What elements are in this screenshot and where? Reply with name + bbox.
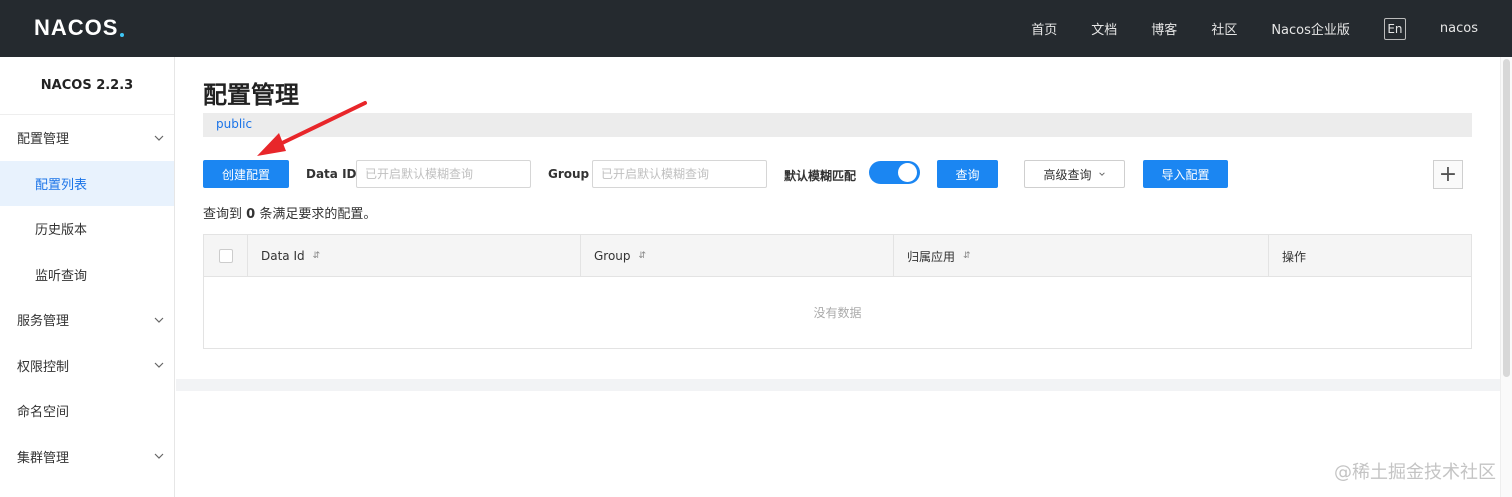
data-id-field[interactable]: [356, 160, 531, 188]
sort-icon[interactable]: ⇵: [313, 251, 321, 261]
import-config-button[interactable]: 导入配置: [1143, 160, 1228, 188]
logo-text: NACOS: [34, 15, 119, 40]
query-button[interactable]: 查询: [937, 160, 998, 188]
sidebar: NACOS 2.2.3 配置管理 配置列表 历史版本 监听查询 服务管理 权限控…: [0, 57, 175, 497]
scrollbar-thumb[interactable]: [1503, 59, 1510, 377]
sidebar-item-label: 监听查询: [35, 268, 88, 284]
column-app[interactable]: 归属应用 ⇵: [894, 235, 1269, 277]
sidebar-item-label: 集群管理: [17, 450, 70, 466]
data-id-label: Data ID: [306, 167, 357, 181]
sort-icon[interactable]: ⇵: [963, 251, 971, 261]
chevron-down-icon: [154, 317, 164, 323]
language-switch-button[interactable]: En: [1383, 17, 1406, 40]
column-label: 操作: [1282, 249, 1307, 264]
column-label: Data Id: [261, 249, 305, 263]
sidebar-item-config-list[interactable]: 配置列表: [0, 160, 174, 206]
sidebar-item-label: 配置列表: [35, 177, 88, 193]
sidebar-item-namespace[interactable]: 命名空间: [0, 388, 174, 434]
namespace-bar: public: [203, 113, 1472, 137]
page-footer-area: [176, 379, 1500, 497]
sidebar-item-label: 权限控制: [17, 359, 70, 375]
config-table: Data Id ⇵ Group ⇵ 归属应用 ⇵ 操作 没有数据: [203, 234, 1472, 349]
top-navbar: NACOS 首页 文档 博客 社区 Nacos企业版 En nacos: [0, 0, 1512, 57]
group-label: Group: [548, 167, 590, 181]
group-input[interactable]: [601, 167, 766, 181]
plus-icon[interactable]: +: [1433, 160, 1463, 189]
sidebar-item-service-management[interactable]: 服务管理: [0, 297, 174, 343]
fuzzy-match-label: 默认模糊匹配: [784, 169, 857, 183]
page-title: 配置管理: [203, 81, 299, 109]
nav-home[interactable]: 首页: [1031, 19, 1057, 38]
sidebar-item-history[interactable]: 历史版本: [0, 206, 174, 252]
table-header: Data Id ⇵ Group ⇵ 归属应用 ⇵ 操作: [204, 235, 1471, 277]
column-group[interactable]: Group ⇵: [581, 235, 894, 277]
column-actions: 操作: [1269, 235, 1471, 277]
vertical-scrollbar[interactable]: [1500, 57, 1512, 497]
logo-dot: [120, 33, 125, 37]
advanced-query-label: 高级查询: [1043, 167, 1092, 182]
namespace-link-public[interactable]: public: [216, 117, 252, 131]
toggle-knob: [898, 163, 917, 182]
sidebar-item-label: 命名空间: [17, 405, 70, 421]
chevron-down-icon: [1098, 172, 1105, 176]
header-select-cell: [204, 235, 248, 277]
chevron-down-icon: [154, 453, 164, 460]
select-all-checkbox[interactable]: [218, 249, 233, 263]
empty-state: 没有数据: [813, 306, 862, 320]
sidebar-item-label: 配置管理: [17, 132, 70, 148]
create-config-button[interactable]: 创建配置: [203, 160, 289, 188]
version-label: NACOS 2.2.3: [0, 57, 174, 115]
sidebar-item-access-control[interactable]: 权限控制: [0, 343, 174, 389]
advanced-query-button[interactable]: 高级查询: [1024, 160, 1125, 188]
group-field[interactable]: [592, 160, 767, 188]
nav-blog[interactable]: 博客: [1151, 19, 1177, 38]
chevron-down-icon: [154, 362, 164, 369]
sidebar-item-label: 服务管理: [17, 314, 70, 330]
data-id-input[interactable]: [365, 167, 530, 181]
sidebar-item-config-management[interactable]: 配置管理: [0, 115, 174, 161]
main-content: 配置管理 public 创建配置 Data ID Group 默认模糊匹配 查询…: [176, 57, 1500, 379]
sidebar-item-label: 历史版本: [35, 223, 88, 239]
column-label: 归属应用: [907, 249, 956, 264]
user-menu[interactable]: nacos: [1440, 21, 1478, 36]
summary-prefix: 查询到: [203, 207, 243, 222]
chevron-down-icon: [154, 135, 164, 141]
sidebar-item-cluster-management[interactable]: 集群管理: [0, 434, 174, 480]
nav-enterprise[interactable]: Nacos企业版: [1271, 19, 1350, 38]
watermark: @稀土掘金技术社区: [1334, 462, 1496, 483]
sort-icon[interactable]: ⇵: [639, 251, 647, 261]
query-summary: 查询到 0 条满足要求的配置。: [203, 203, 376, 222]
fuzzy-match-toggle[interactable]: [869, 161, 920, 184]
nav-docs[interactable]: 文档: [1091, 19, 1117, 38]
nav-community[interactable]: 社区: [1211, 19, 1237, 38]
top-nav: 首页 文档 博客 社区 Nacos企业版 En nacos: [997, 0, 1478, 57]
summary-count: 0: [246, 207, 256, 222]
column-label: Group: [594, 249, 631, 263]
nacos-logo[interactable]: NACOS: [34, 15, 125, 41]
sidebar-item-listener[interactable]: 监听查询: [0, 252, 174, 298]
summary-suffix: 条满足要求的配置。: [259, 207, 377, 222]
column-data-id[interactable]: Data Id ⇵: [248, 235, 581, 277]
